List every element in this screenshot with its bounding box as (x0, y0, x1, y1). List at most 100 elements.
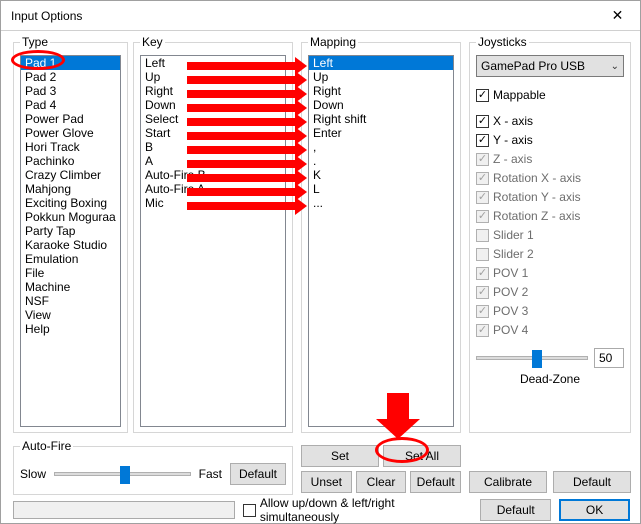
joystick-check-label: Mappable (493, 88, 546, 102)
joystick-check-label: POV 2 (493, 285, 528, 299)
deadzone-row: 50 (476, 348, 624, 368)
joystick-check-y-axis[interactable]: ✓Y - axis (476, 132, 624, 148)
status-bar (13, 501, 235, 519)
list-item[interactable]: File (21, 266, 120, 280)
joystick-check-rotation-z-axis: ✓Rotation Z - axis (476, 208, 624, 224)
checkbox-icon: ✓ (476, 89, 489, 102)
list-item[interactable]: Mahjong (21, 182, 120, 196)
joystick-check-slider-1: Slider 1 (476, 227, 624, 243)
list-item[interactable]: Hori Track (21, 140, 120, 154)
list-item[interactable]: Right (141, 84, 285, 98)
list-item[interactable]: Down (309, 98, 453, 112)
calibrate-button[interactable]: Calibrate (469, 471, 547, 493)
checkbox-icon: ✓ (476, 324, 489, 337)
list-item[interactable]: Party Tap (21, 224, 120, 238)
list-item[interactable]: L (309, 182, 453, 196)
mapping-legend: Mapping (308, 35, 358, 49)
list-item[interactable]: A (141, 154, 285, 168)
joystick-check-x-axis[interactable]: ✓ X - axis (476, 113, 624, 129)
unset-button[interactable]: Unset (301, 471, 352, 493)
set-button[interactable]: Set (301, 445, 379, 467)
joystick-device-combo[interactable]: GamePad Pro USB ⌄ (476, 55, 624, 77)
joystick-check-label: X - axis (493, 114, 533, 128)
list-item[interactable]: Mic (141, 196, 285, 210)
joystick-check-pov-2: ✓POV 2 (476, 284, 624, 300)
deadzone-slider[interactable] (476, 356, 588, 360)
key-listbox[interactable]: LeftUpRightDownSelectStartBAAuto-Fire BA… (140, 55, 286, 427)
autofire-default-button[interactable]: Default (230, 463, 286, 485)
autofire-slider[interactable] (54, 472, 191, 476)
footer: Allow up/down & left/right simultaneousl… (13, 499, 630, 521)
footer-default-button[interactable]: Default (480, 499, 551, 521)
joystick-check-label: Z - axis (493, 152, 532, 166)
simultaneous-checkbox[interactable]: Allow up/down & left/right simultaneousl… (243, 499, 464, 521)
checkbox-icon: ✓ (476, 115, 489, 128)
list-item[interactable]: NSF (21, 294, 120, 308)
clear-button[interactable]: Clear (356, 471, 407, 493)
list-item[interactable]: Power Glove (21, 126, 120, 140)
joystick-default-button[interactable]: Default (553, 471, 631, 493)
list-item[interactable]: Enter (309, 126, 453, 140)
joystick-check-rotation-y-axis: ✓Rotation Y - axis (476, 189, 624, 205)
checkbox-icon: ✓ (476, 305, 489, 318)
list-item[interactable]: ... (309, 196, 453, 210)
joystick-check-mappable[interactable]: ✓ Mappable (476, 87, 624, 103)
list-item[interactable]: Auto-Fire A (141, 182, 285, 196)
joystick-check-label: POV 4 (493, 323, 528, 337)
list-item[interactable]: Left (309, 56, 453, 70)
list-item[interactable]: Crazy Climber (21, 168, 120, 182)
list-item[interactable]: Auto-Fire B (141, 168, 285, 182)
ok-button[interactable]: OK (559, 499, 630, 521)
window-title: Input Options (11, 9, 82, 23)
list-item[interactable]: Right (309, 84, 453, 98)
list-item[interactable]: Karaoke Studio (21, 238, 120, 252)
list-item[interactable]: Up (309, 70, 453, 84)
close-icon: ✕ (612, 7, 624, 24)
list-item[interactable]: Machine (21, 280, 120, 294)
checkbox-icon: ✓ (476, 134, 489, 147)
checkbox-icon: ✓ (476, 191, 489, 204)
list-item[interactable]: B (141, 140, 285, 154)
list-item[interactable]: Pachinko (21, 154, 120, 168)
list-item[interactable]: Pad 2 (21, 70, 120, 84)
list-item[interactable]: . (309, 154, 453, 168)
joystick-check-label: Slider 1 (493, 228, 534, 242)
mapping-default-button[interactable]: Default (410, 471, 461, 493)
type-listbox[interactable]: Pad 1Pad 2Pad 3Pad 4Power PadPower Glove… (20, 55, 121, 427)
key-group: Key LeftUpRightDownSelectStartBAAuto-Fir… (133, 35, 293, 433)
autofire-slider-thumb[interactable] (120, 466, 130, 484)
list-item[interactable]: Start (141, 126, 285, 140)
mapping-listbox[interactable]: LeftUpRightDownRight shiftEnter,.KL... (308, 55, 454, 427)
list-item[interactable]: Left (141, 56, 285, 70)
joystick-check-slider-2: Slider 2 (476, 246, 624, 262)
key-legend: Key (140, 35, 165, 49)
list-item[interactable]: K (309, 168, 453, 182)
list-item[interactable]: View (21, 308, 120, 322)
list-item[interactable]: Help (21, 322, 120, 336)
deadzone-value: 50 (594, 348, 624, 368)
content: Type Pad 1Pad 2Pad 3Pad 4Power PadPower … (1, 31, 640, 523)
joystick-check-label: POV 3 (493, 304, 528, 318)
joystick-check-label: Slider 2 (493, 247, 534, 261)
joystick-check-label: POV 1 (493, 266, 528, 280)
close-button[interactable]: ✕ (595, 1, 640, 30)
list-item[interactable]: Up (141, 70, 285, 84)
deadzone-slider-thumb[interactable] (532, 350, 542, 368)
list-item[interactable]: Right shift (309, 112, 453, 126)
deadzone-label: Dead-Zone (476, 372, 624, 386)
list-item[interactable]: Pad 1 (21, 56, 120, 70)
set-all-button[interactable]: Set All (383, 445, 461, 467)
list-item[interactable]: Power Pad (21, 112, 120, 126)
list-item[interactable]: Exciting Boxing (21, 196, 120, 210)
list-item[interactable]: Pad 4 (21, 98, 120, 112)
list-item[interactable]: Emulation (21, 252, 120, 266)
list-item[interactable]: , (309, 140, 453, 154)
list-item[interactable]: Pokkun Moguraa (21, 210, 120, 224)
list-item[interactable]: Pad 3 (21, 84, 120, 98)
simultaneous-label: Allow up/down & left/right simultaneousl… (260, 496, 465, 524)
autofire-group: Auto-Fire Slow Fast Default (13, 439, 293, 495)
list-item[interactable]: Select (141, 112, 285, 126)
joystick-device-label: GamePad Pro USB (481, 59, 585, 73)
joystick-checks: ✓Mappable✓X - axis✓Y - axis✓Z - axis✓Rot… (476, 87, 624, 338)
list-item[interactable]: Down (141, 98, 285, 112)
